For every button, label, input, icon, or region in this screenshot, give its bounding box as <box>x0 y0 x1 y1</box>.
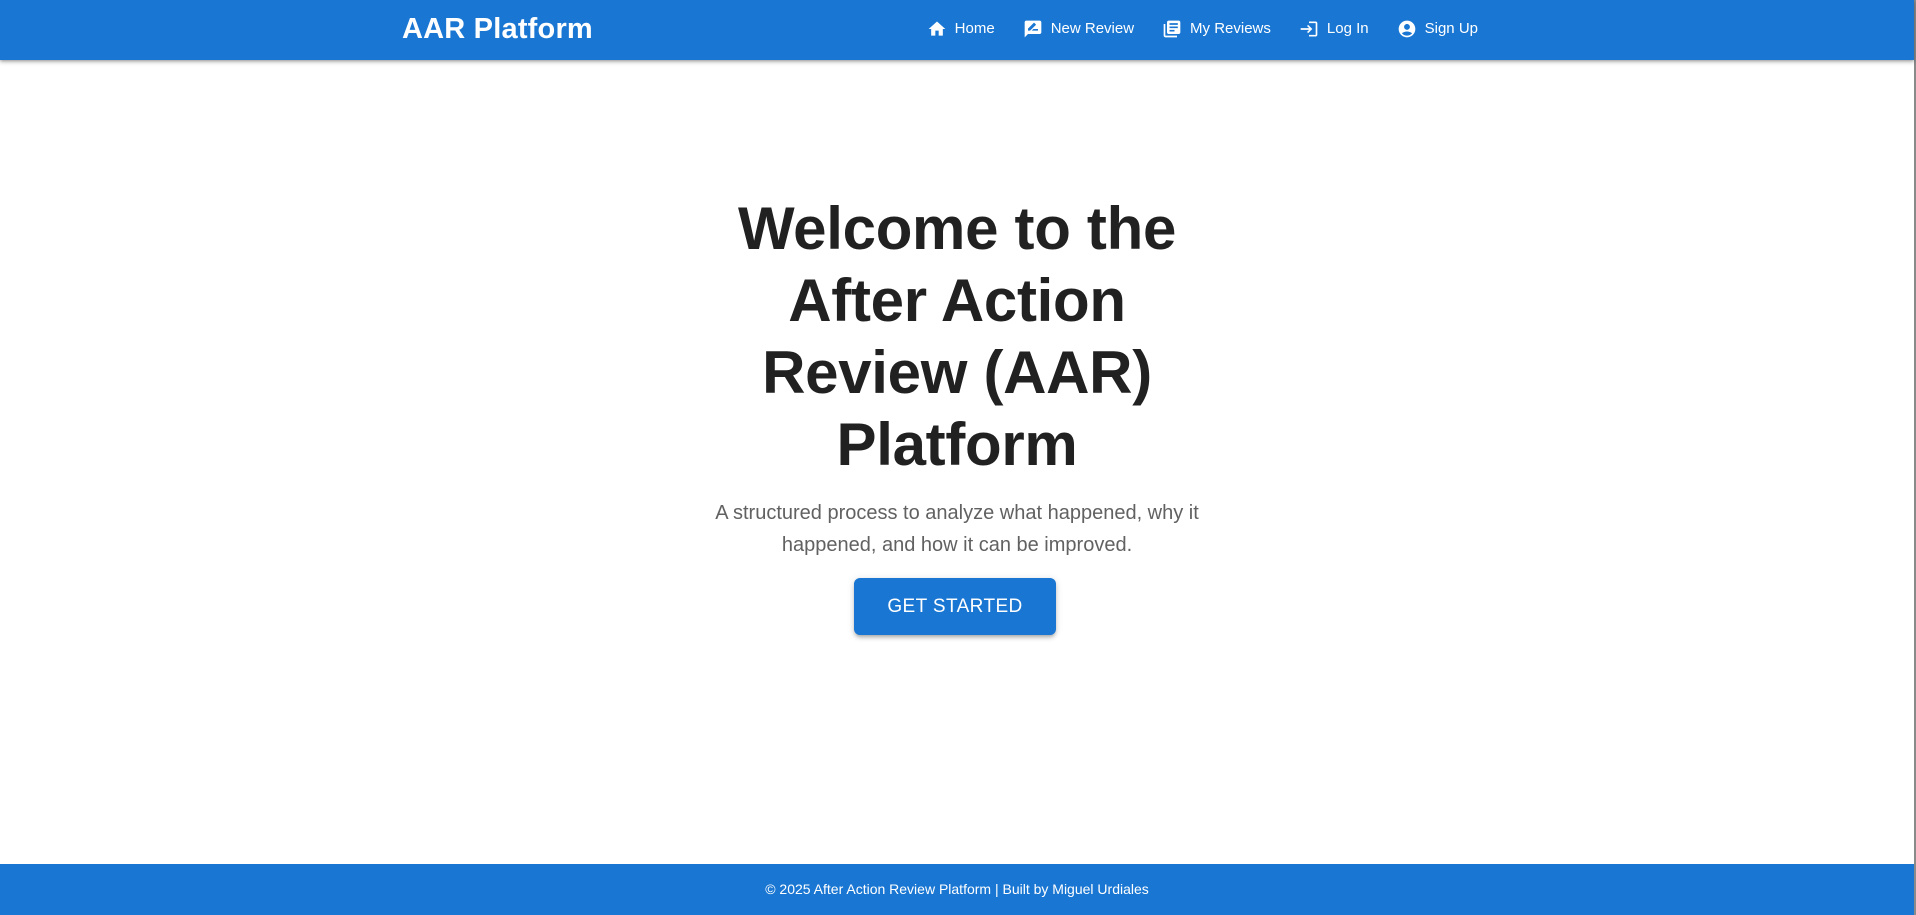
app-bar: AAR Platform Home New Review My Reviews <box>0 0 1914 60</box>
nav-my-reviews-label: My Reviews <box>1190 20 1271 37</box>
hero-section: Welcome to the After Action Review (AAR)… <box>0 60 1914 864</box>
nav-my-reviews[interactable]: My Reviews <box>1148 11 1285 47</box>
nav-home-label: Home <box>954 20 995 37</box>
login-icon <box>1299 19 1319 39</box>
nav-new-review[interactable]: New Review <box>1009 11 1148 47</box>
footer: © 2025 After Action Review Platform | Bu… <box>0 864 1914 915</box>
nav-sign-up[interactable]: Sign Up <box>1383 11 1492 47</box>
brand-logo-text[interactable]: AAR Platform <box>402 12 593 46</box>
nav-sign-up-label: Sign Up <box>1424 20 1478 37</box>
nav-log-in-label: Log In <box>1326 20 1369 37</box>
footer-copyright: © 2025 After Action Review Platform | Bu… <box>765 881 1149 897</box>
hero-title: Welcome to the After Action Review (AAR)… <box>737 195 1177 478</box>
nav-log-in[interactable]: Log In <box>1285 11 1383 47</box>
rate-review-icon <box>1023 19 1043 39</box>
account-circle-icon <box>1397 19 1417 39</box>
library-books-icon <box>1162 19 1182 39</box>
page: AAR Platform Home New Review My Reviews <box>0 0 1916 915</box>
main-nav: Home New Review My Reviews Log In Sign U… <box>913 0 1492 58</box>
home-icon <box>927 19 947 39</box>
nav-new-review-label: New Review <box>1050 20 1135 37</box>
get-started-button[interactable]: Get Started <box>854 578 1056 635</box>
nav-home[interactable]: Home <box>913 11 1009 47</box>
hero-subtitle: A structured process to analyze what hap… <box>715 502 1199 556</box>
